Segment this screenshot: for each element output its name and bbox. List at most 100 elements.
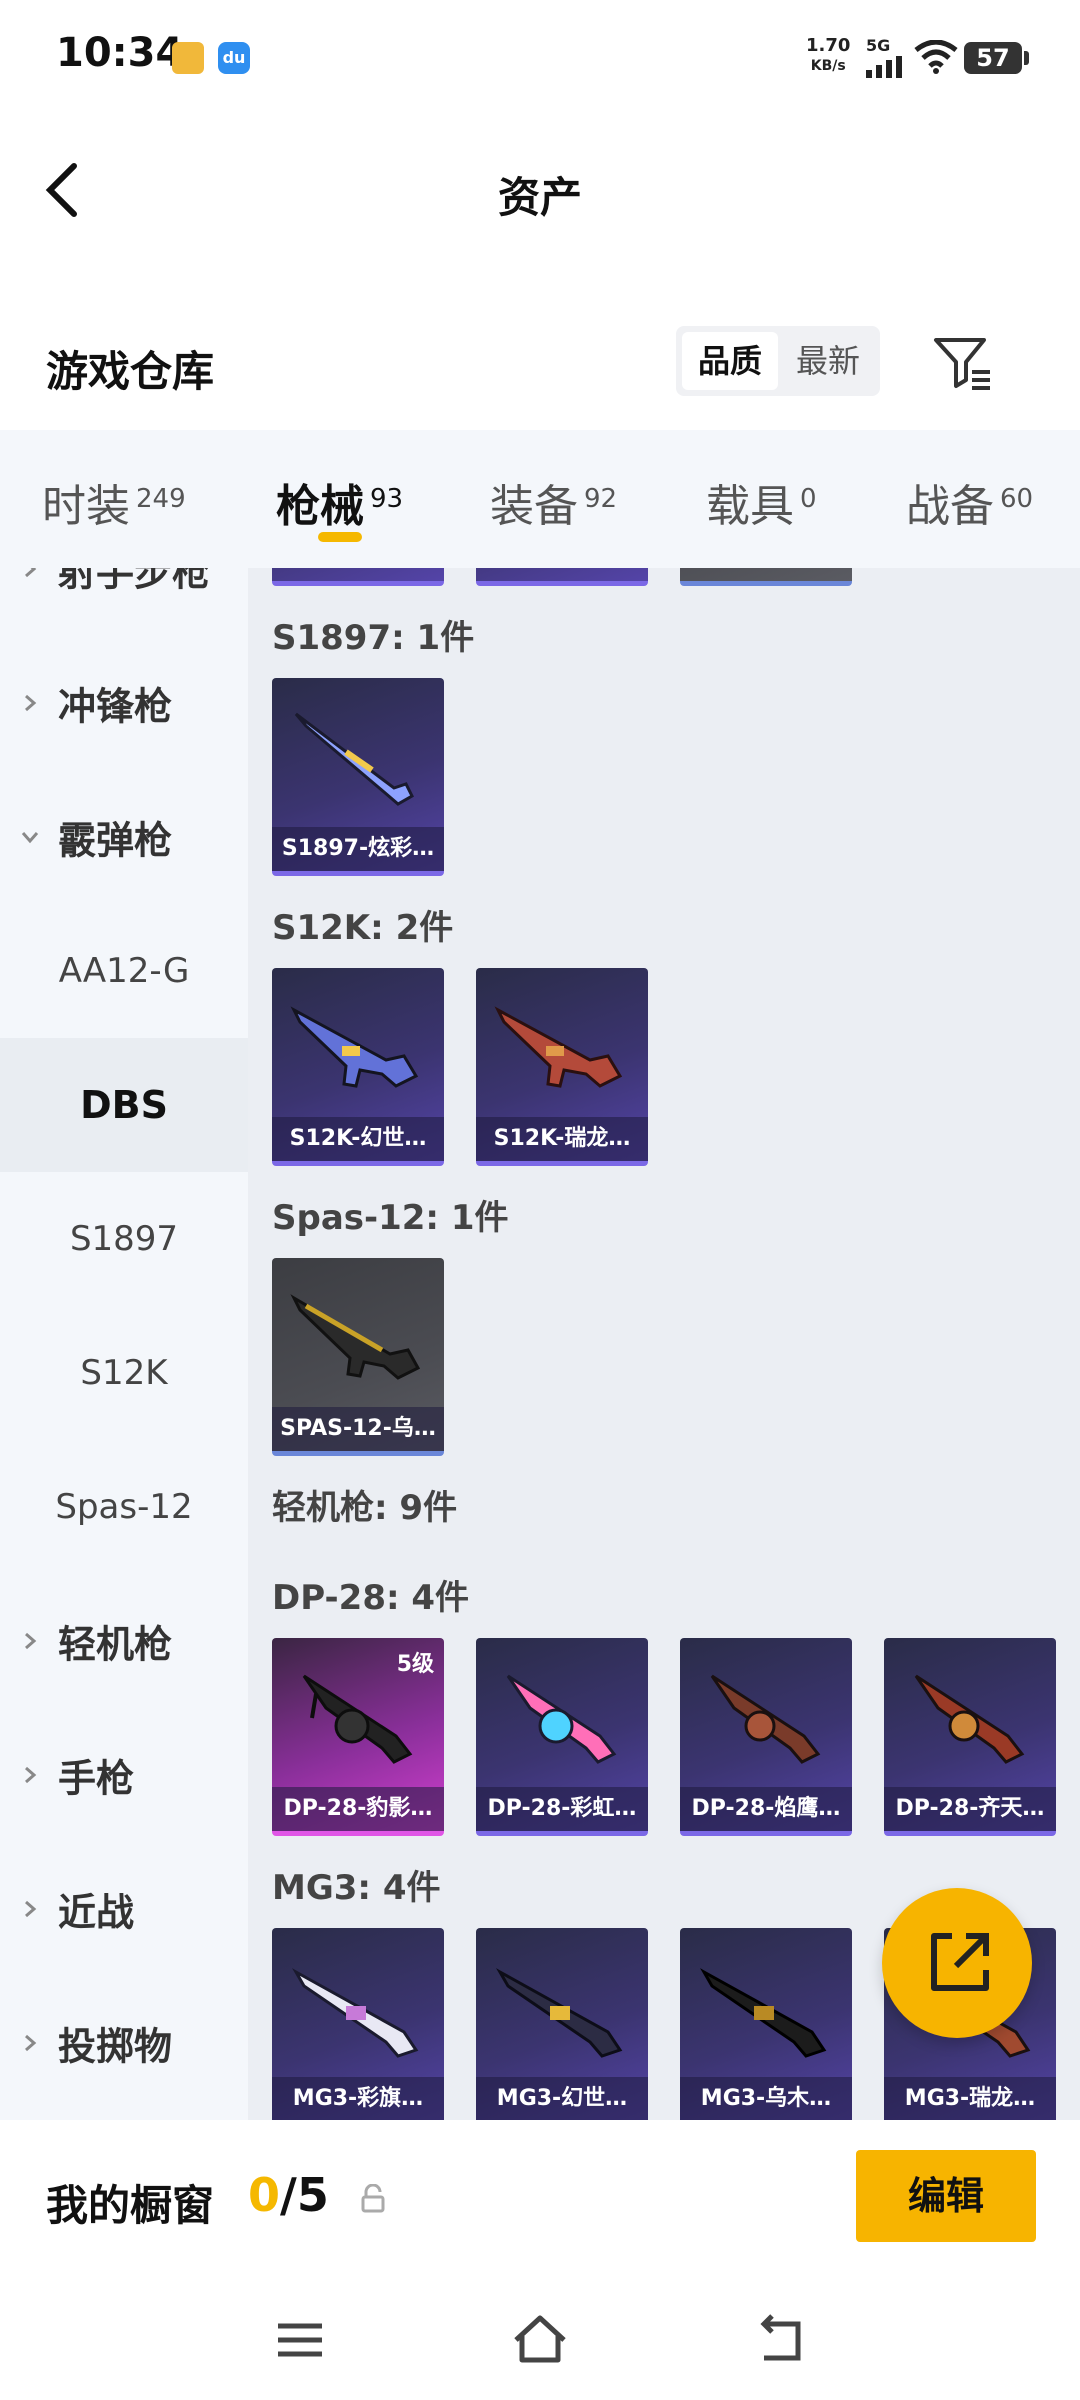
weapon-card[interactable]: MG3-幻世…: [476, 1928, 648, 2120]
sidebar-item-smg[interactable]: 冲锋枪: [0, 636, 248, 770]
sidebar-sub-aa12g[interactable]: AA12-G: [0, 904, 248, 1038]
tab-count: 93: [370, 484, 404, 514]
showcase-count: 0/5: [248, 2168, 329, 2222]
network-speed-value: 1.70: [806, 35, 851, 56]
weapon-name: MG3-幻世…: [476, 2077, 648, 2120]
weapon-card[interactable]: MG3-乌木…: [680, 1928, 852, 2120]
shotgun-image: [294, 712, 414, 806]
group-title-dp28: DP-28: 4件: [272, 1578, 470, 1618]
wifi-icon: [914, 40, 958, 74]
sidebar-sub-dbs[interactable]: DBS: [0, 1038, 248, 1172]
weapon-card[interactable]: SPAS-12-乌…: [272, 1258, 444, 1456]
chevron-right-icon: [25, 694, 37, 712]
weapon-card[interactable]: S1897-炫彩…: [272, 678, 444, 876]
lmg-image: [700, 1968, 827, 2058]
du-app-icon: du: [218, 42, 250, 74]
sidebar-item-label: DBS: [80, 1083, 168, 1127]
sidebar-item-label: 霰弹枪: [58, 818, 173, 863]
sidebar-item-label: 手枪: [58, 1756, 135, 1801]
network-speed: 1.70 KB/s: [806, 36, 850, 76]
tab-fashion[interactable]: 时装 249: [42, 470, 186, 534]
lmg-image: [710, 1674, 821, 1764]
lmg-image: [302, 1674, 413, 1764]
lock-icon[interactable]: [360, 2184, 386, 2214]
sidebar-item-throwable[interactable]: 投掷物: [0, 1976, 248, 2110]
group-title-mg3: MG3: 4件: [272, 1868, 441, 1908]
chevron-right-icon: [25, 1900, 37, 1918]
chevron-right-icon: [25, 2034, 37, 2052]
sidebar-item-melee[interactable]: 近战: [0, 1842, 248, 1976]
active-tab-indicator: [318, 532, 362, 542]
weapon-name: DP-28-豹影…: [272, 1787, 444, 1831]
tab-tactical[interactable]: 战备 60: [906, 470, 1033, 534]
weapon-card-partial[interactable]: [680, 568, 852, 586]
tab-label: 载具: [706, 481, 794, 532]
sidebar-item-marksman[interactable]: 射手步枪: [0, 568, 248, 636]
weapon-card-partial[interactable]: [272, 568, 444, 586]
back-icon[interactable]: [750, 2310, 810, 2370]
sidebar-sub-s1897[interactable]: S1897: [0, 1172, 248, 1306]
weapon-name: MG3-彩旗…: [272, 2077, 444, 2120]
sidebar-item-label: Spas-12: [55, 1487, 193, 1527]
weapon-name: S12K-瑞龙…: [476, 1117, 648, 1161]
group-title-spas12: Spas-12: 1件: [272, 1198, 509, 1238]
showcase-current: 0: [248, 2168, 281, 2222]
menu-icon[interactable]: [270, 2310, 330, 2370]
weapon-category-sidebar: 射手步枪 冲锋枪 霰弹枪 AA12-G DBS S1897 S12K Spas-…: [0, 568, 248, 2120]
sidebar-item-lmg[interactable]: 轻机枪: [0, 1574, 248, 1708]
battery-icon: 57: [964, 42, 1029, 74]
tab-firearms[interactable]: 枪械 93: [276, 470, 403, 534]
weapon-card[interactable]: S12K-幻世…: [272, 968, 444, 1166]
weapon-card[interactable]: DP-28-齐天…: [884, 1638, 1056, 1836]
sort-quality-button[interactable]: 品质: [682, 332, 778, 390]
tab-count: 92: [584, 484, 618, 514]
home-icon[interactable]: [510, 2310, 570, 2370]
weapon-name: SPAS-12-乌…: [272, 1407, 444, 1451]
weapon-card[interactable]: DP-28-焰鹰…: [680, 1638, 852, 1836]
sidebar-item-label: 近战: [58, 1890, 135, 1935]
weapon-name: DP-28-彩虹…: [476, 1787, 648, 1831]
network-speed-unit: KB/s: [810, 58, 846, 74]
chevron-down-icon: [21, 832, 39, 844]
filter-icon[interactable]: [930, 330, 994, 394]
tab-vehicles[interactable]: 载具 0: [706, 470, 817, 534]
edit-button[interactable]: 编辑: [856, 2150, 1036, 2242]
sidebar-sub-s12k[interactable]: S12K: [0, 1306, 248, 1440]
app-notification-icon: [172, 42, 204, 74]
group-title-s12k: S12K: 2件: [272, 908, 454, 948]
weapon-name: S1897-炫彩…: [272, 827, 444, 871]
chevron-right-icon: [25, 1766, 37, 1784]
weapon-card[interactable]: S12K-瑞龙…: [476, 968, 648, 1166]
sidebar-item-pistol[interactable]: 手枪: [0, 1708, 248, 1842]
weapon-card[interactable]: MG3-彩旗…: [272, 1928, 444, 2120]
sidebar-item-label: 射手步枪: [58, 568, 211, 595]
showcase-label: 我的橱窗: [46, 2181, 215, 2230]
network-type: 5G: [866, 36, 891, 55]
showcase-bar: 我的橱窗 0/5 编辑: [0, 2120, 1080, 2280]
weapon-card[interactable]: DP-28-彩虹…: [476, 1638, 648, 1836]
sidebar-item-label: 轻机枪: [58, 1622, 173, 1667]
tab-equipment[interactable]: 装备 92: [490, 470, 617, 534]
tab-label: 时装: [42, 481, 130, 532]
tab-count: 249: [136, 484, 186, 514]
weapon-card[interactable]: 5级 DP-28-豹影…: [272, 1638, 444, 1836]
weapon-name: MG3-乌木…: [680, 2077, 852, 2120]
weapon-name: DP-28-齐天…: [884, 1787, 1056, 1831]
sidebar-sub-spas12[interactable]: Spas-12: [0, 1440, 248, 1574]
group-title-lmg: 轻机枪: 9件: [272, 1488, 458, 1528]
category-tabs: 时装 249 枪械 93 装备 92 载具 0 战备 60: [0, 430, 1080, 568]
tab-count: 0: [800, 484, 817, 514]
chevron-right-icon: [25, 568, 37, 578]
sidebar-item-shotgun[interactable]: 霰弹枪: [0, 770, 248, 904]
lmg-image: [496, 1968, 623, 2058]
sidebar-item-label: 冲锋枪: [58, 684, 173, 729]
sidebar-item-label: S1897: [69, 1219, 179, 1259]
weapon-name: MG3-瑞龙…: [884, 2077, 1056, 2120]
sort-newest-button[interactable]: 最新: [780, 332, 876, 390]
shotgun-image: [494, 1006, 623, 1088]
tab-label: 枪械: [276, 481, 364, 532]
warehouse-title: 游戏仓库: [46, 347, 215, 396]
share-export-button[interactable]: [882, 1888, 1032, 2038]
lmg-image: [292, 1968, 419, 2058]
weapon-card-partial[interactable]: [476, 568, 648, 586]
